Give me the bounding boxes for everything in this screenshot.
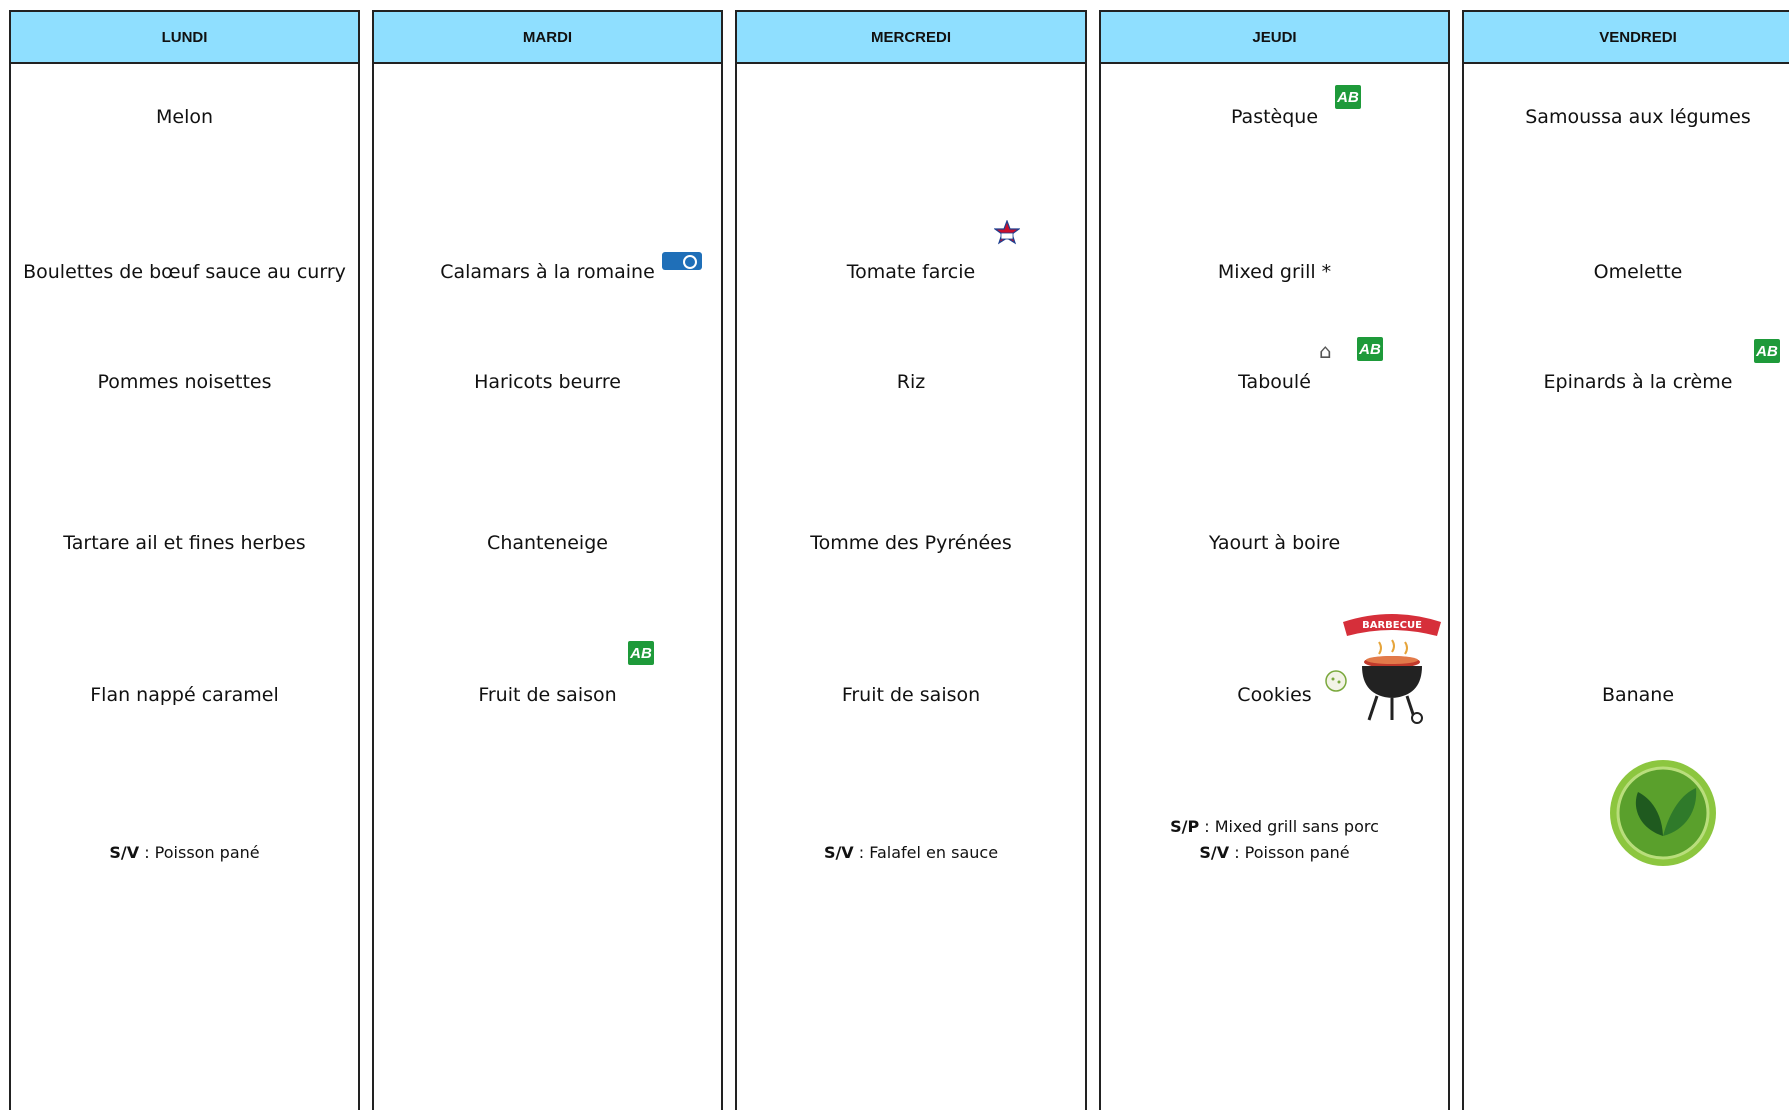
alt-text: Mixed grill sans porc [1214,817,1379,836]
main-dish: Boulettes de bœuf sauce au curry [23,261,346,283]
ab-organic-icon: AB [1754,339,1780,363]
side-dish: Riz [896,371,926,393]
day-header: MERCREDI [737,12,1085,64]
starter: Samoussa aux légumes [1525,106,1751,128]
side-dish: Haricots beurre [474,371,621,393]
alt-sep: : [139,843,155,862]
alt-code: S/V [1199,843,1230,862]
dessert: Fruit de saison [841,684,981,706]
day-header: MARDI [374,12,721,64]
starter: Pastèque [1230,106,1319,128]
dairy: Tomme des Pyrénées [810,532,1012,554]
day-header: JEUDI [1101,12,1448,64]
alt-code: S/V [823,843,854,862]
day-column-vendredi: VENDREDI Samoussa aux légumes Omelette A… [1462,10,1789,1110]
side-dish: Epinards à la crème [1543,371,1733,393]
alternative-line: S/P : Mixed grill sans porc [1101,814,1448,840]
day-header: LUNDI [11,12,358,64]
alt-sep: : [853,843,870,862]
dairy: Chanteneige [487,532,608,554]
dairy: Yaourt à boire [1208,532,1341,554]
day-column-mercredi: MERCREDI Tomate farcie Riz Tomme des Pyr… [735,10,1087,1110]
day-column-lundi: LUNDI Melon Boulettes de bœuf sauce au c… [9,10,360,1110]
main-dish: Tomate farcie [846,261,976,283]
main-dish: Omelette [1593,261,1683,283]
side-dish: Pommes noisettes [97,371,272,393]
side-dish: Taboulé [1238,371,1311,393]
viande-bovine-francaise-icon [994,220,1020,245]
vegetarian-leaf-icon [1610,760,1716,866]
homemade-icon: ⌂ [1319,339,1332,363]
alt-text: Poisson pané [154,843,260,862]
main-dish: Mixed grill * [1217,261,1332,283]
day-column-jeudi: JEUDI AB Pastèque Mixed grill * ⌂ AB Tab… [1099,10,1450,1110]
alt-sep: : [1199,817,1215,836]
alt-text: Poisson pané [1244,843,1350,862]
dessert: Cookies [1237,684,1312,706]
msc-label-icon [662,252,702,270]
alternative-line: S/V : Falafel en sauce [737,840,1085,866]
ab-organic-icon: AB [628,641,654,665]
starter: Melon [155,106,214,128]
ab-organic-icon: AB [1357,337,1383,361]
dessert: Fruit de saison [478,684,617,706]
day-header: VENDREDI [1464,12,1789,64]
alt-code: S/V [109,843,140,862]
alt-code: S/P [1170,817,1200,836]
alt-sep: : [1229,843,1245,862]
alternative-line: S/V : Poisson pané [11,840,358,866]
dessert: Flan nappé caramel [90,684,279,706]
day-column-mardi: MARDI Calamars à la romaine Haricots beu… [372,10,723,1110]
dairy: Tartare ail et fines herbes [63,532,306,554]
alt-text: Falafel en sauce [869,843,999,862]
dessert: Banane [1601,684,1675,706]
alternative-line: S/V : Poisson pané [1101,840,1448,866]
bbq-banner-text: BARBECUE [1362,620,1422,631]
